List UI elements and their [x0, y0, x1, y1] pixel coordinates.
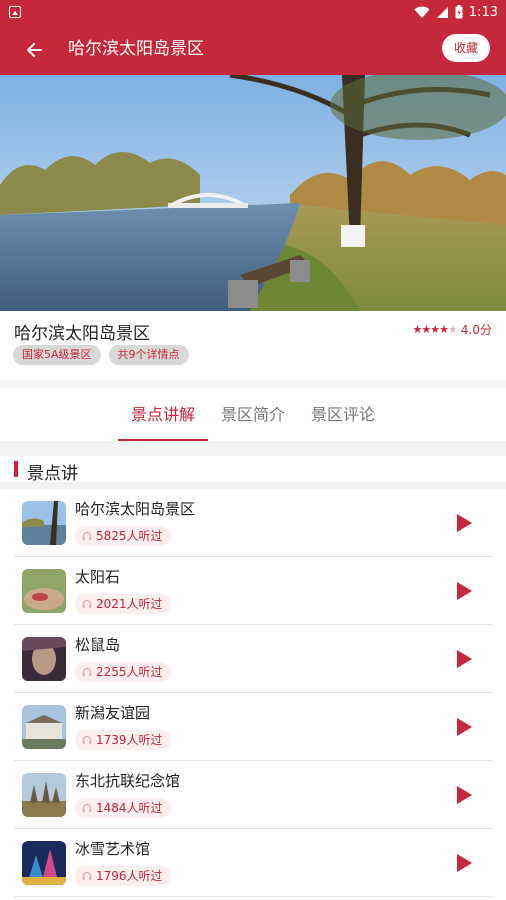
section-title: 景点讲: [27, 464, 78, 484]
spot-thumbnail: [22, 637, 66, 681]
spot-list: 哈尔滨太阳岛景区 5825人听过 太阳石 2021人听过 松鼠岛 2255人听过: [0, 489, 506, 900]
listen-count: 5825人听过: [75, 526, 171, 546]
notification-icon: [9, 6, 21, 18]
favorite-button[interactable]: 收藏: [442, 34, 490, 62]
wifi-icon: [414, 6, 430, 18]
hero-image: [0, 75, 506, 311]
headphones-icon: [82, 531, 92, 540]
listen-count: 2255人听过: [75, 662, 171, 682]
spot-name: 松鼠岛: [75, 636, 121, 654]
headphones-icon: [82, 599, 92, 608]
star-icon: ★: [439, 323, 449, 336]
section-header: 景点讲: [0, 456, 506, 484]
spot-name: 冰雪艺术馆: [75, 840, 151, 858]
app-bar: 哈尔滨太阳岛景区 收藏: [0, 24, 506, 75]
spot-name: 东北抗联纪念馆: [75, 772, 181, 790]
headphones-icon: [82, 735, 92, 744]
play-icon[interactable]: [457, 650, 472, 668]
headphones-icon: [82, 871, 92, 880]
spot-name: 太阳石: [75, 568, 121, 586]
tab-explanation[interactable]: 景点讲解: [118, 388, 208, 441]
spot-name: 新潟友谊园: [75, 704, 151, 722]
play-icon[interactable]: [457, 854, 472, 872]
rating-text: 4.0分: [460, 323, 492, 337]
play-icon[interactable]: [457, 718, 472, 736]
list-item[interactable]: 新潟友谊园 1739人听过: [14, 693, 492, 761]
scenic-name: 哈尔滨太阳岛景区: [14, 324, 150, 344]
list-item[interactable]: 东北抗联纪念馆 1484人听过: [14, 761, 492, 829]
list-item[interactable]: 松鼠岛 2255人听过: [14, 625, 492, 693]
back-arrow-icon[interactable]: [22, 37, 48, 63]
star-icon: ★: [430, 323, 440, 336]
tag-level: 国家5A级景区: [13, 345, 101, 365]
headphones-icon: [82, 667, 92, 676]
listen-count: 1484人听过: [75, 798, 171, 818]
rating: ★★★★★ 4.0分: [413, 321, 492, 338]
spot-thumbnail: [22, 705, 66, 749]
play-icon[interactable]: [457, 786, 472, 804]
play-icon[interactable]: [457, 514, 472, 532]
status-bar: 1:13: [0, 0, 506, 24]
listen-count: 1739人听过: [75, 730, 171, 750]
list-item[interactable]: 冰雪艺术馆 1796人听过: [14, 829, 492, 897]
section-accent-bar: [14, 461, 18, 477]
list-item[interactable]: 太阳石 2021人听过: [14, 557, 492, 625]
page-title: 哈尔滨太阳岛景区: [68, 39, 204, 59]
spot-thumbnail: [22, 773, 66, 817]
spot-thumbnail: [22, 841, 66, 885]
star-empty-icon: ★: [448, 323, 458, 336]
headphones-icon: [82, 803, 92, 812]
star-rating-icon: ★★★★★: [413, 323, 458, 336]
spot-thumbnail: [22, 501, 66, 545]
listen-count: 1796人听过: [75, 866, 171, 886]
tab-comments[interactable]: 景区评论: [300, 388, 386, 441]
tab-introduction[interactable]: 景区简介: [210, 388, 296, 441]
star-icon: ★: [421, 323, 431, 336]
clock: 1:13: [468, 4, 498, 20]
spot-thumbnail: [22, 569, 66, 613]
spot-name: 哈尔滨太阳岛景区: [75, 500, 196, 518]
battery-icon: [455, 5, 463, 19]
scenic-tags: 国家5A级景区 共9个详情点: [13, 345, 189, 365]
tag-points: 共9个详情点: [108, 345, 189, 365]
scenic-info: 哈尔滨太阳岛景区 ★★★★★ 4.0分 国家5A级景区 共9个详情点: [0, 311, 506, 380]
tab-bar: 景点讲解 景区简介 景区评论: [0, 388, 506, 441]
list-item[interactable]: 哈尔滨太阳岛景区 5825人听过: [14, 489, 492, 557]
play-icon[interactable]: [457, 582, 472, 600]
cell-signal-icon: [436, 6, 448, 18]
listen-count: 2021人听过: [75, 594, 171, 614]
